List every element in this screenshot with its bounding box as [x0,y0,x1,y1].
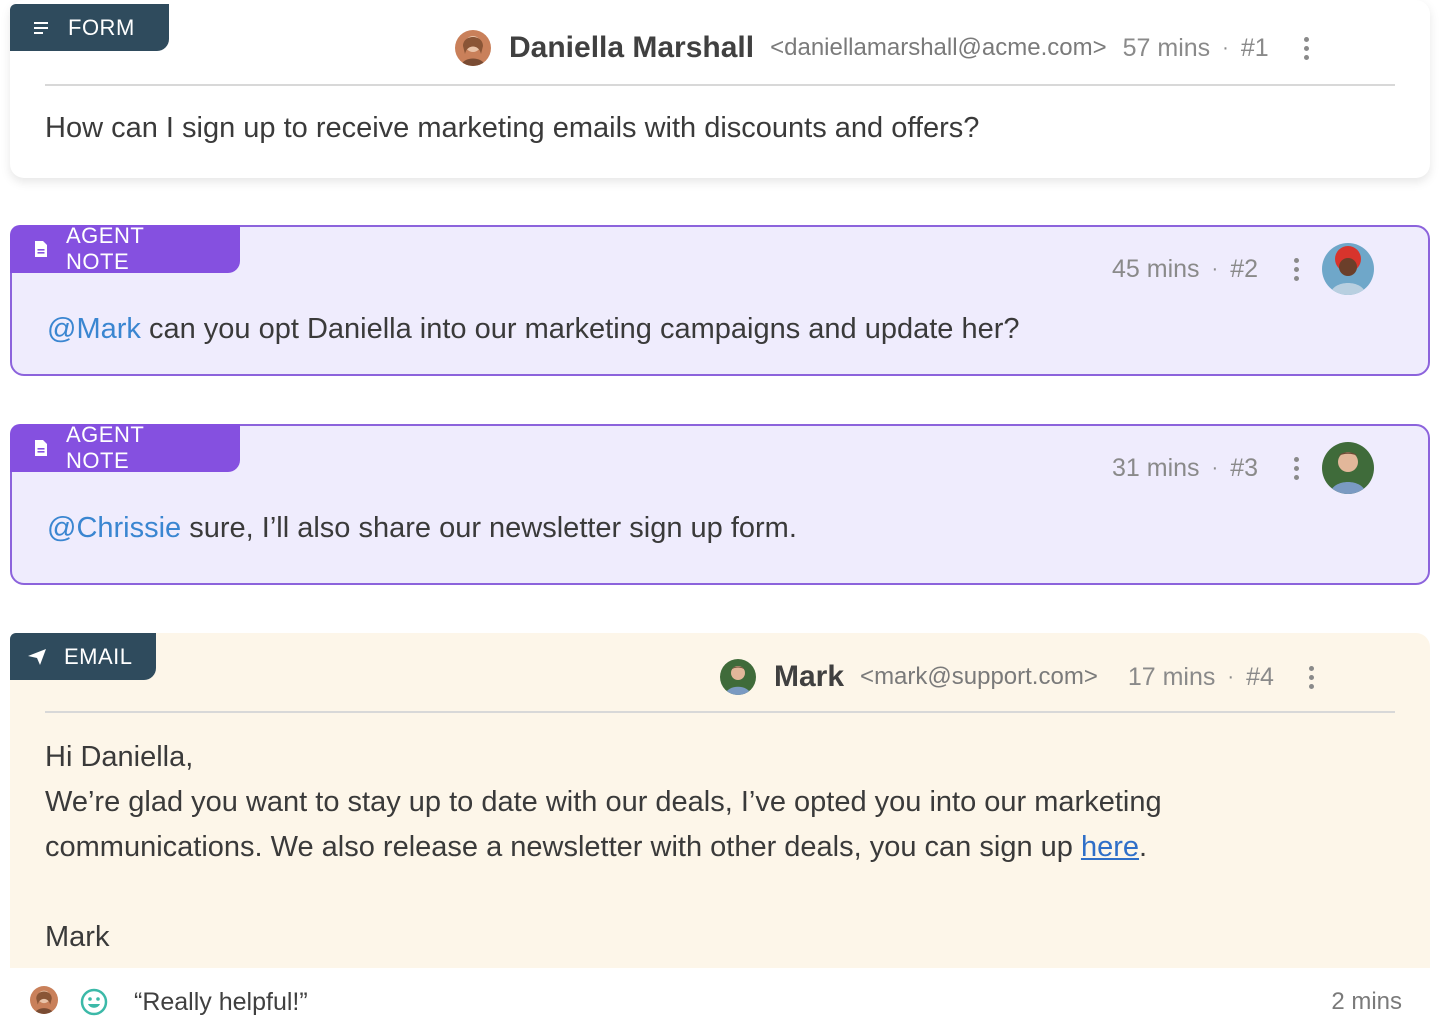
message-card-form: FORM Daniella Marshall <daniellamarshall… [10,0,1430,178]
kebab-menu-icon[interactable] [1303,36,1311,60]
message-body: @Chrissie sure, I’ll also share our news… [47,512,797,545]
channel-tag-agent-note: AGENT NOTE [10,223,240,274]
message-time: 45 mins [1112,254,1200,283]
feedback-quote: “Really helpful!” [134,988,308,1016]
channel-tag-agent-note: AGENT NOTE [10,422,240,473]
avatar-mark[interactable] [720,659,756,695]
channel-tag-label: AGENT NOTE [66,422,144,473]
message-number[interactable]: #3 [1230,454,1258,483]
message-number[interactable]: #2 [1230,255,1258,284]
feedback-row: “Really helpful!” 2 mins [10,968,1430,1036]
header-divider [45,84,1395,86]
author-email: <mark@support.com> [860,663,1098,690]
message-body-text: can you opt Daniella into our marketing … [140,313,1020,345]
document-icon [34,241,48,257]
channel-tag-label: EMAIL [64,643,133,669]
message-card-agent-note: AGENT NOTE 45 mins · #2 @Mark can you op… [10,223,1430,376]
message-header: 45 mins · #2 [1112,243,1375,295]
email-line-end: . [1139,831,1148,863]
email-line-text: communications. We also release a newsle… [45,831,1081,863]
avatar-chrissie[interactable] [1322,243,1375,295]
message-time: 31 mins [1112,453,1200,482]
separator-dot: · [1211,456,1219,479]
feedback-time: 2 mins [1331,988,1402,1015]
signup-link[interactable]: here [1081,831,1139,863]
author-name[interactable]: Mark [774,660,844,694]
message-number[interactable]: #1 [1241,34,1269,63]
channel-tag-label: FORM [68,14,135,40]
avatar-daniella[interactable] [455,30,491,66]
message-body: How can I sign up to receive marketing e… [45,112,980,144]
smiley-icon [80,988,108,1021]
document-icon [34,440,48,456]
email-line: communications. We also release a newsle… [45,831,1147,864]
channel-tag-form: FORM [10,4,169,51]
message-body-text: sure, I’ll also share our newsletter sig… [181,512,797,544]
mention-chrissie[interactable]: @Chrissie [47,512,181,544]
message-card-agent-note: AGENT NOTE 31 mins · #3 @Chrissie sure, … [10,422,1430,585]
kebab-menu-icon[interactable] [1292,257,1300,281]
lines-icon [34,21,50,35]
paper-plane-icon [28,648,46,665]
message-header: Mark <mark@support.com> 17 mins · #4 [720,655,1316,699]
author-email: <daniellamarshall@acme.com> [770,34,1107,61]
message-header: Daniella Marshall <daniellamarshall@acme… [455,27,1311,69]
message-card-email: EMAIL Mark <mark@support.com> 17 mins · … [10,633,1430,968]
separator-dot: · [1227,665,1235,688]
kebab-menu-icon[interactable] [1292,456,1300,480]
kebab-menu-icon[interactable] [1308,665,1316,689]
channel-tag-email: EMAIL [10,633,156,680]
message-body: @Mark can you opt Daniella into our mark… [47,313,1020,346]
channel-tag-label: AGENT NOTE [66,223,144,274]
email-signature: Mark [45,921,110,953]
message-number[interactable]: #4 [1246,663,1274,692]
avatar-mark[interactable] [1322,442,1375,494]
email-greeting: Hi Daniella, [45,741,194,773]
message-time: 57 mins [1122,33,1211,62]
author-name[interactable]: Daniella Marshall [509,31,754,65]
mention-mark[interactable]: @Mark [47,313,141,345]
avatar-daniella[interactable] [30,986,58,1014]
separator-dot: · [1222,36,1229,59]
header-divider [45,711,1395,713]
email-line: We’re glad you want to stay up to date w… [45,786,1162,818]
message-header: 31 mins · #3 [1112,442,1375,494]
message-time: 17 mins [1127,662,1216,691]
separator-dot: · [1211,257,1219,280]
